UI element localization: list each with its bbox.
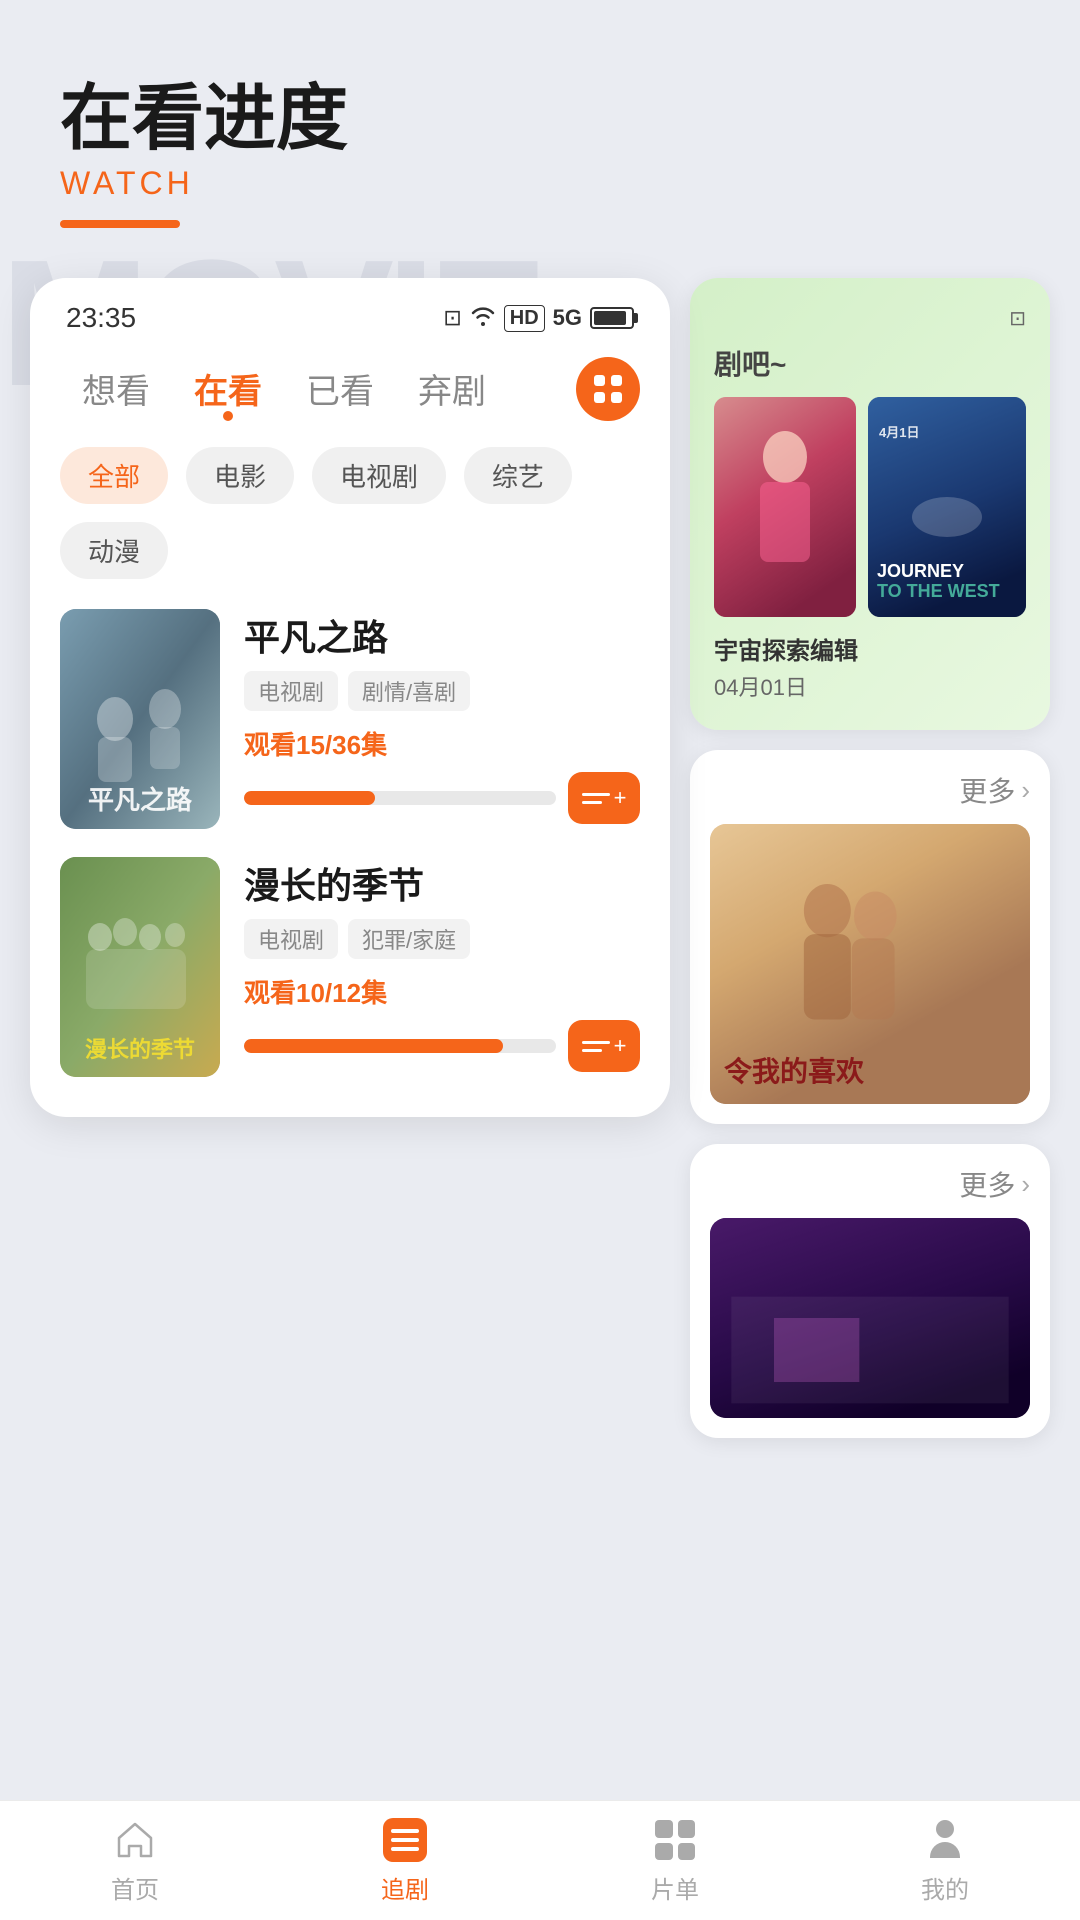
nav-drama[interactable]: 追剧	[351, 1806, 459, 1915]
poster-pingfan: 平凡之路	[60, 609, 220, 829]
status-icons: ⊡ HD 5G	[443, 304, 634, 332]
mini-poster-drama[interactable]	[714, 397, 856, 617]
progress-row: +	[244, 1020, 640, 1072]
progress-bar-bg	[244, 791, 556, 805]
cards-area: 23:35 ⊡ HD 5G 想看 在看 已看 弃剧	[0, 278, 1080, 1438]
status-time: 23:35	[66, 302, 136, 334]
list-add-icon	[582, 793, 610, 804]
nav-playlist-label: 片单	[651, 1870, 699, 1905]
main-card: 23:35 ⊡ HD 5G 想看 在看 已看 弃剧	[30, 278, 670, 1117]
hd-icon: HD	[504, 305, 545, 332]
more-arrow-icon[interactable]: ›	[1021, 775, 1030, 806]
plus-icon: +	[614, 1033, 627, 1059]
more-arrow-icon-2[interactable]: ›	[1021, 1169, 1030, 1200]
list-grid-icon	[651, 1816, 699, 1864]
right-movie-title: 宇宙探索编辑	[714, 631, 1026, 666]
poster-mancang: 漫长的季节	[60, 857, 220, 1077]
progress-bar-fill	[244, 791, 375, 805]
filter-variety[interactable]: 综艺	[464, 447, 572, 504]
grid-toggle-button[interactable]	[576, 357, 640, 421]
progress-label: 观看10/12集	[244, 973, 640, 1010]
nav-profile[interactable]: 我的	[891, 1806, 999, 1915]
item-title: 平凡之路	[244, 609, 640, 661]
list-item[interactable]: 平凡之路 平凡之路 电视剧 剧情/喜剧 观看15/36集	[60, 609, 640, 829]
progress-row: +	[244, 772, 640, 824]
more-poster-1[interactable]: 令我的喜欢	[710, 824, 1030, 1104]
right-cards: ⊡ 剧吧~	[690, 278, 1050, 1438]
item-tags: 电视剧 犯罪/家庭	[244, 919, 640, 959]
item-title: 漫长的季节	[244, 857, 640, 909]
right-more-card-1: 更多 ›	[690, 750, 1050, 1124]
right-movie-info: 宇宙探索编辑 04月01日	[714, 631, 1026, 702]
progress-bar-fill	[244, 1039, 503, 1053]
filter-anime[interactable]: 动漫	[60, 522, 168, 579]
more-poster-2[interactable]	[710, 1218, 1030, 1418]
plus-icon: +	[614, 785, 627, 811]
tabs-row: 想看 在看 已看 弃剧	[30, 344, 670, 423]
more-poster-title-1: 令我的喜欢	[724, 1050, 864, 1090]
tag-type: 电视剧	[244, 671, 338, 711]
svg-text:平凡之路: 平凡之路	[88, 785, 193, 815]
nav-home-label: 首页	[111, 1870, 159, 1905]
wifi-icon	[470, 304, 496, 332]
title-underline	[60, 220, 180, 228]
svg-text:4月1日: 4月1日	[879, 425, 919, 440]
filter-all[interactable]: 全部	[60, 447, 168, 504]
right-status: ⊡	[714, 306, 1026, 331]
mini-poster-journey[interactable]: 4月1日 JOURNEY TO THE WEST	[868, 397, 1026, 617]
right-top-card: ⊡ 剧吧~	[690, 278, 1050, 730]
content-list: 平凡之路 平凡之路 电视剧 剧情/喜剧 观看15/36集	[30, 589, 670, 1077]
item-info-pingfan: 平凡之路 电视剧 剧情/喜剧 观看15/36集	[244, 609, 640, 824]
tab-dropped[interactable]: 弃剧	[396, 354, 508, 423]
tab-watched[interactable]: 已看	[284, 354, 396, 423]
more-label: 更多	[959, 770, 1015, 810]
bottom-nav: 首页 追剧 片单 我的	[0, 1800, 1080, 1920]
page-subtitle: WATCH	[60, 165, 1020, 202]
home-icon	[111, 1816, 159, 1864]
mini-posters: 4月1日 JOURNEY TO THE WEST	[714, 397, 1026, 617]
nav-drama-label: 追剧	[381, 1870, 429, 1905]
header-section: 在看进度 WATCH	[0, 0, 1080, 258]
svg-text:JOURNEY: JOURNEY	[877, 561, 964, 581]
nfc-icon: ⊡	[443, 305, 461, 331]
tag-genre: 剧情/喜剧	[348, 671, 470, 711]
item-tags: 电视剧 剧情/喜剧	[244, 671, 640, 711]
nav-profile-label: 我的	[921, 1870, 969, 1905]
right-more-card-2: 更多 ›	[690, 1144, 1050, 1438]
right-movie-date: 04月01日	[714, 670, 1026, 702]
battery-icon	[590, 307, 634, 329]
grid-dots-icon	[594, 375, 622, 403]
add-to-list-button[interactable]: +	[568, 1020, 640, 1072]
svg-text:TO THE WEST: TO THE WEST	[877, 581, 1000, 601]
nav-home[interactable]: 首页	[81, 1806, 189, 1915]
add-to-list-button[interactable]: +	[568, 772, 640, 824]
page-title: 在看进度	[60, 80, 1020, 159]
profile-icon	[921, 1816, 969, 1864]
tag-genre: 犯罪/家庭	[348, 919, 470, 959]
5g-icon: 5G	[553, 305, 582, 331]
status-bar: 23:35 ⊡ HD 5G	[30, 278, 670, 344]
more-label-2: 更多	[959, 1164, 1015, 1204]
tag-type: 电视剧	[244, 919, 338, 959]
item-info-mancang: 漫长的季节 电视剧 犯罪/家庭 观看10/12集	[244, 857, 640, 1072]
progress-label: 观看15/36集	[244, 725, 640, 762]
tab-want-to-watch[interactable]: 想看	[60, 354, 172, 423]
filter-tv[interactable]: 电视剧	[312, 447, 446, 504]
drama-icon	[381, 1816, 429, 1864]
more-header: 更多 ›	[710, 770, 1030, 810]
more-header-2: 更多 ›	[710, 1164, 1030, 1204]
list-item[interactable]: 漫长的季节 漫长的季节 电视剧 犯罪/家庭 观看10/12集	[60, 857, 640, 1077]
drama-text: 剧吧~	[714, 343, 1026, 383]
tab-watching[interactable]: 在看	[172, 354, 284, 423]
progress-bar-bg	[244, 1039, 556, 1053]
filter-movie[interactable]: 电影	[186, 447, 294, 504]
list-add-icon	[582, 1041, 610, 1052]
nav-playlist[interactable]: 片单	[621, 1806, 729, 1915]
filter-chips: 全部 电影 电视剧 综艺 动漫	[30, 423, 670, 589]
svg-text:漫长的季节: 漫长的季节	[85, 1037, 195, 1062]
